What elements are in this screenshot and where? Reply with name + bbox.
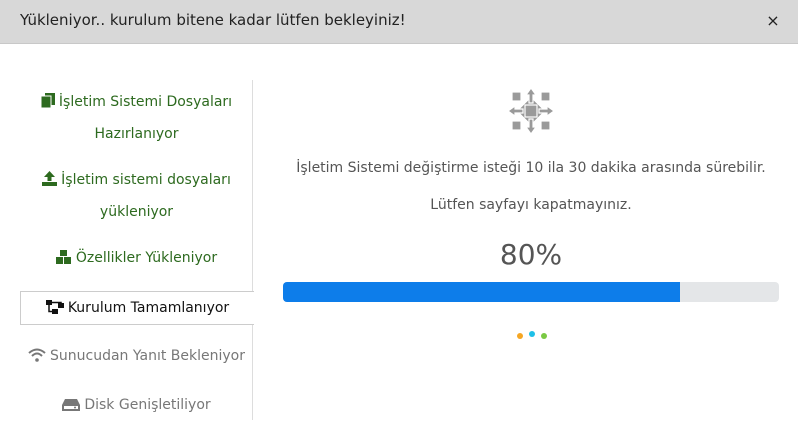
step-label: Sunucudan Yanıt Bekleniyor	[50, 348, 245, 364]
duration-message: İşletim Sistemi değiştirme isteği 10 ila…	[296, 160, 766, 176]
step-upload-files: İşletim sistemi dosyaları yükleniyor	[20, 164, 253, 228]
hdd-icon	[62, 391, 81, 423]
loading-dots	[517, 331, 547, 339]
progress-fill	[283, 282, 680, 302]
do-not-close-warning: Lütfen sayfayı kapatmayınız.	[430, 197, 632, 213]
step-label-line2: yükleniyor	[99, 204, 174, 220]
step-prepare-files: İşletim Sistemi Dosyaları Hazırlanıyor	[20, 86, 253, 150]
step-expand-disk: Disk Genişletiliyor	[20, 389, 253, 423]
step-label: İşletim sistemi dosyaları	[61, 172, 231, 188]
step-label: Disk Genişletiliyor	[84, 397, 211, 413]
step-label: Kurulum Tamamlanıyor	[67, 300, 230, 316]
main-panel: İşletim Sistemi değiştirme isteği 10 ila…	[283, 80, 779, 420]
loading-dot	[529, 331, 535, 337]
step-await-response: Sunucudan Yanıt Bekleniyor	[20, 340, 253, 374]
close-button[interactable]: ×	[764, 12, 782, 30]
sitemap-icon	[45, 294, 64, 326]
loading-dot	[517, 333, 523, 339]
modal-header: Yükleniyor.. kurulum bitene kadar lütfen…	[0, 0, 798, 44]
copy-icon	[40, 88, 55, 120]
os-logo-icon	[506, 86, 556, 136]
progress-bar	[283, 282, 779, 302]
step-load-features: Özellikler Yükleniyor	[20, 242, 253, 276]
step-label-line2: Hazırlanıyor	[94, 126, 179, 142]
wifi-icon	[28, 342, 46, 374]
steps-sidebar: İşletim Sistemi Dosyaları Hazırlanıyor İ…	[20, 80, 254, 423]
step-label: Özellikler Yükleniyor	[75, 250, 218, 266]
progress-percent: 80%	[499, 238, 563, 271]
step-complete-install: Kurulum Tamamlanıyor	[20, 291, 254, 325]
step-label: İşletim Sistemi Dosyaları	[58, 94, 233, 110]
cubes-icon	[55, 244, 72, 276]
upload-icon	[42, 166, 58, 198]
modal-title: Yükleniyor.. kurulum bitene kadar lütfen…	[20, 11, 406, 29]
loading-dot	[541, 333, 547, 339]
